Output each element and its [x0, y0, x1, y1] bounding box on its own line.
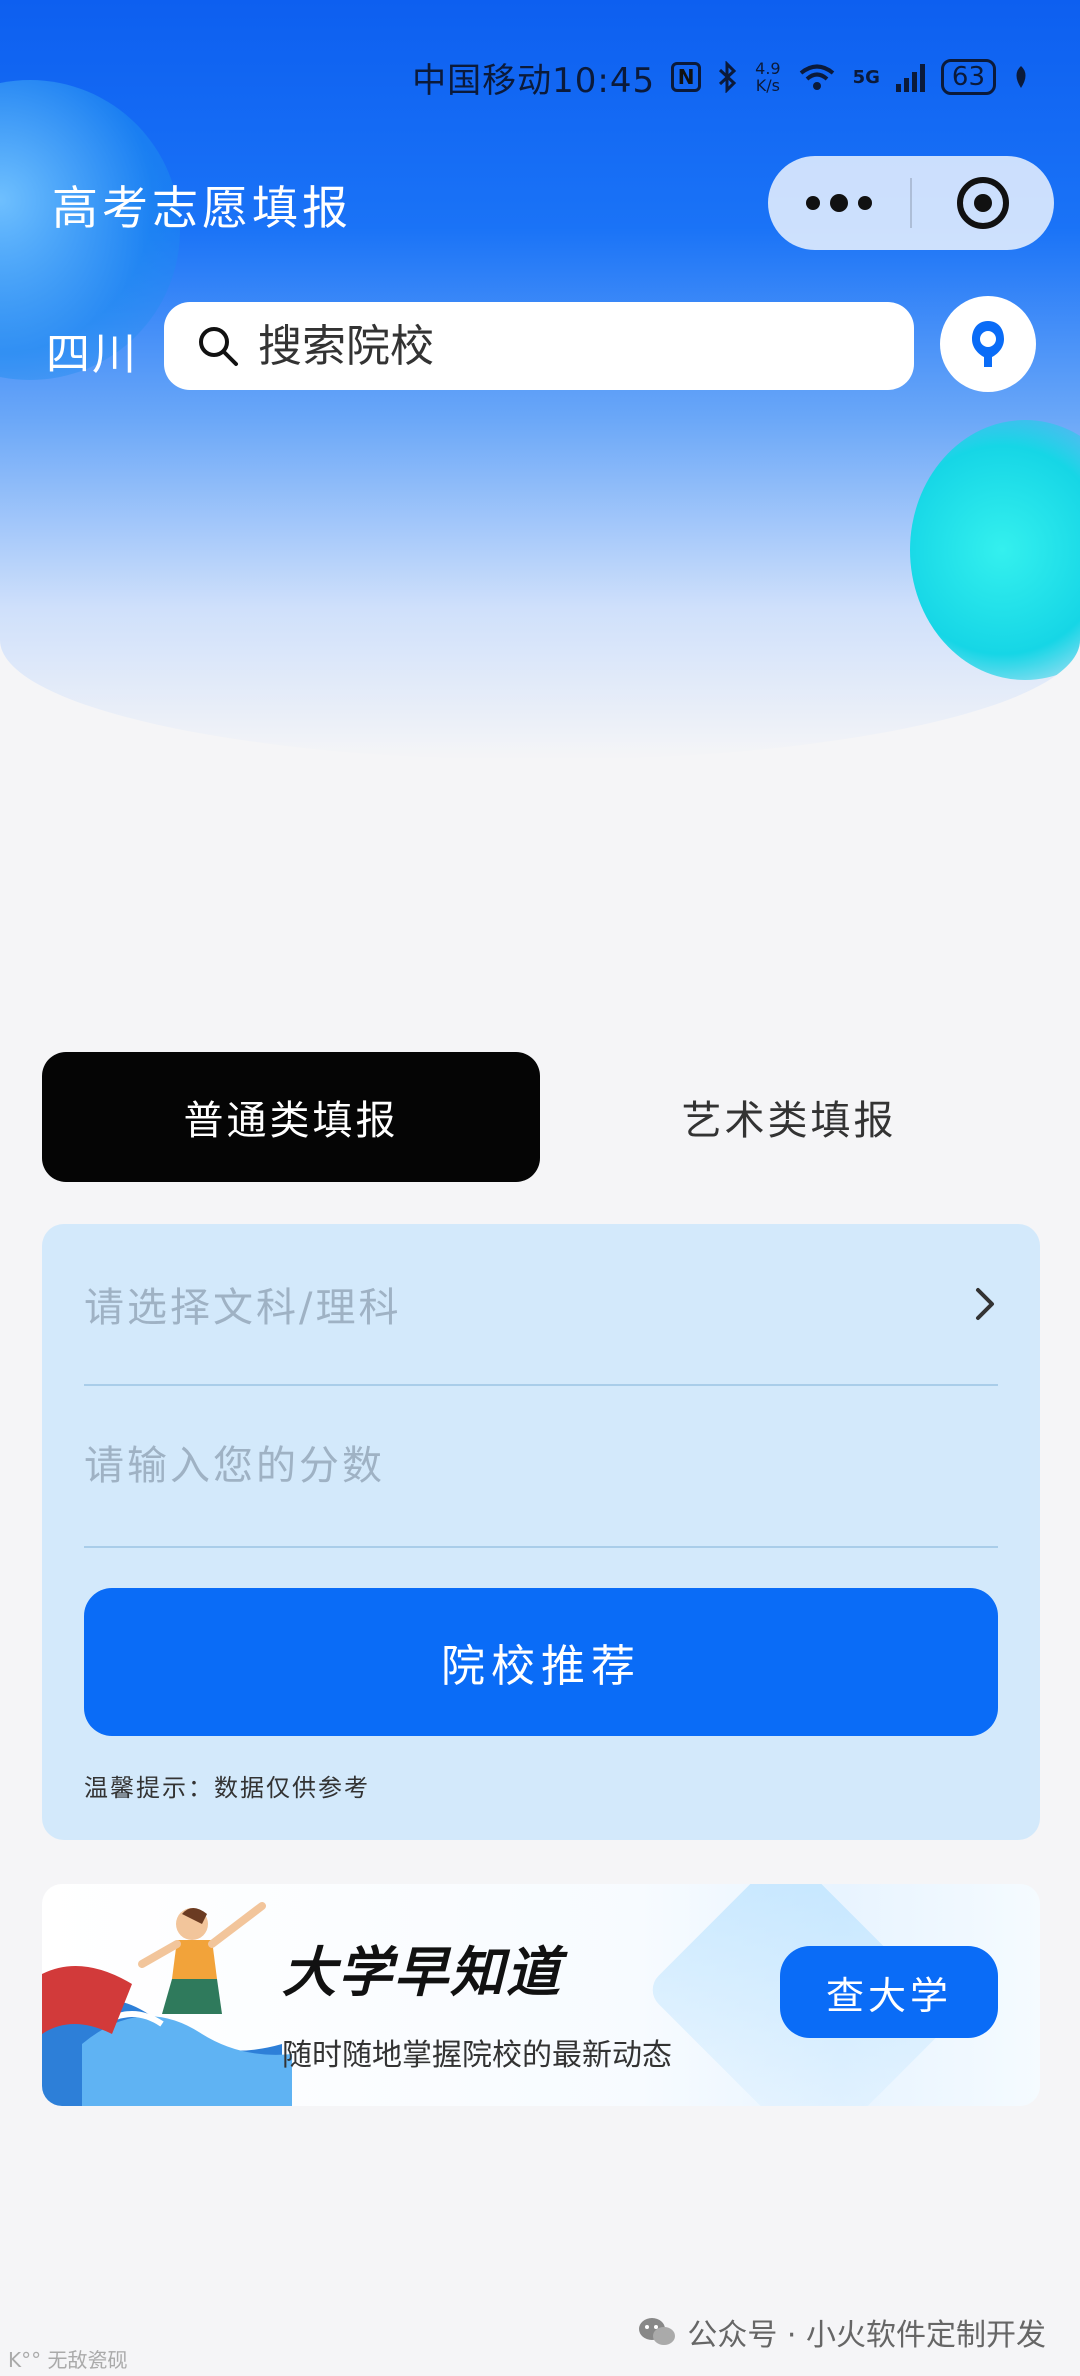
watermark-text: 公众号 · 小火软件定制开发: [687, 2318, 1046, 2353]
more-icon-dot: [830, 194, 848, 212]
watermark: 公众号 · 小火软件定制开发: [637, 2310, 1046, 2354]
clock: 10:45: [552, 60, 656, 101]
region-selector[interactable]: 四川: [46, 318, 138, 382]
search-icon: [199, 327, 238, 366]
user-icon: [972, 321, 1004, 367]
decorative-bubble-right: [910, 420, 1080, 680]
mini-program-capsule: [768, 156, 1054, 250]
close-target-icon: [957, 177, 1009, 229]
score-field[interactable]: [84, 1386, 998, 1548]
carrier-time: 中国移动10:45: [412, 53, 655, 102]
carrier-name: 中国移动: [412, 60, 553, 101]
check-university-button[interactable]: 查大学: [780, 1946, 998, 2038]
search-input[interactable]: [258, 320, 818, 372]
category-tabs: 普通类填报 艺术类填报: [42, 1052, 1038, 1182]
leaf-icon: [1016, 66, 1026, 88]
net-speed-value: 4.9: [755, 59, 781, 78]
close-button[interactable]: [912, 156, 1054, 250]
corner-watermark: K°° 无敌瓷砚: [8, 2348, 128, 2372]
score-input[interactable]: [84, 1443, 998, 1489]
tip-text: 温馨提示：数据仅供参考: [84, 1774, 370, 1802]
more-button[interactable]: [768, 156, 910, 250]
chevron-right-icon: [976, 1288, 994, 1320]
wifi-icon: [799, 64, 834, 90]
more-icon: [806, 196, 820, 210]
net-speed: 4.9 K/s: [755, 60, 780, 94]
status-bar: 中国移动10:45 N 4.9 K/s 5G 63: [390, 52, 1030, 102]
wechat-icon: [639, 2318, 676, 2345]
user-button[interactable]: [940, 296, 1036, 392]
subject-select[interactable]: 请选择文科/理科: [84, 1224, 998, 1386]
battery-icon: 63: [940, 59, 996, 95]
score-form-card: 请选择文科/理科 院校推荐 温馨提示：数据仅供参考: [42, 1224, 1040, 1840]
nfc-icon: N: [671, 62, 702, 92]
net-speed-unit: K/s: [755, 76, 780, 95]
more-icon-dot: [858, 196, 872, 210]
wave-rider-illustration: [42, 1902, 292, 2106]
network-type: 5G: [852, 66, 880, 88]
tab-art[interactable]: 艺术类填报: [540, 1052, 1038, 1182]
banner-subline: 随时随地掌握院校的最新动态: [282, 2038, 672, 2073]
page-title: 高考志愿填报: [52, 181, 352, 235]
search-bar[interactable]: [164, 302, 914, 390]
recommend-button[interactable]: 院校推荐: [84, 1588, 998, 1736]
university-news-banner[interactable]: 大学早知道 随时随地掌握院校的最新动态 查大学: [42, 1884, 1040, 2106]
bluetooth-icon: [717, 61, 739, 93]
subject-select-placeholder: 请选择文科/理科: [84, 1285, 402, 1331]
tab-regular[interactable]: 普通类填报: [42, 1052, 540, 1182]
banner-headline: 大学早知道: [282, 1941, 562, 2004]
signal-icon: [895, 62, 925, 92]
